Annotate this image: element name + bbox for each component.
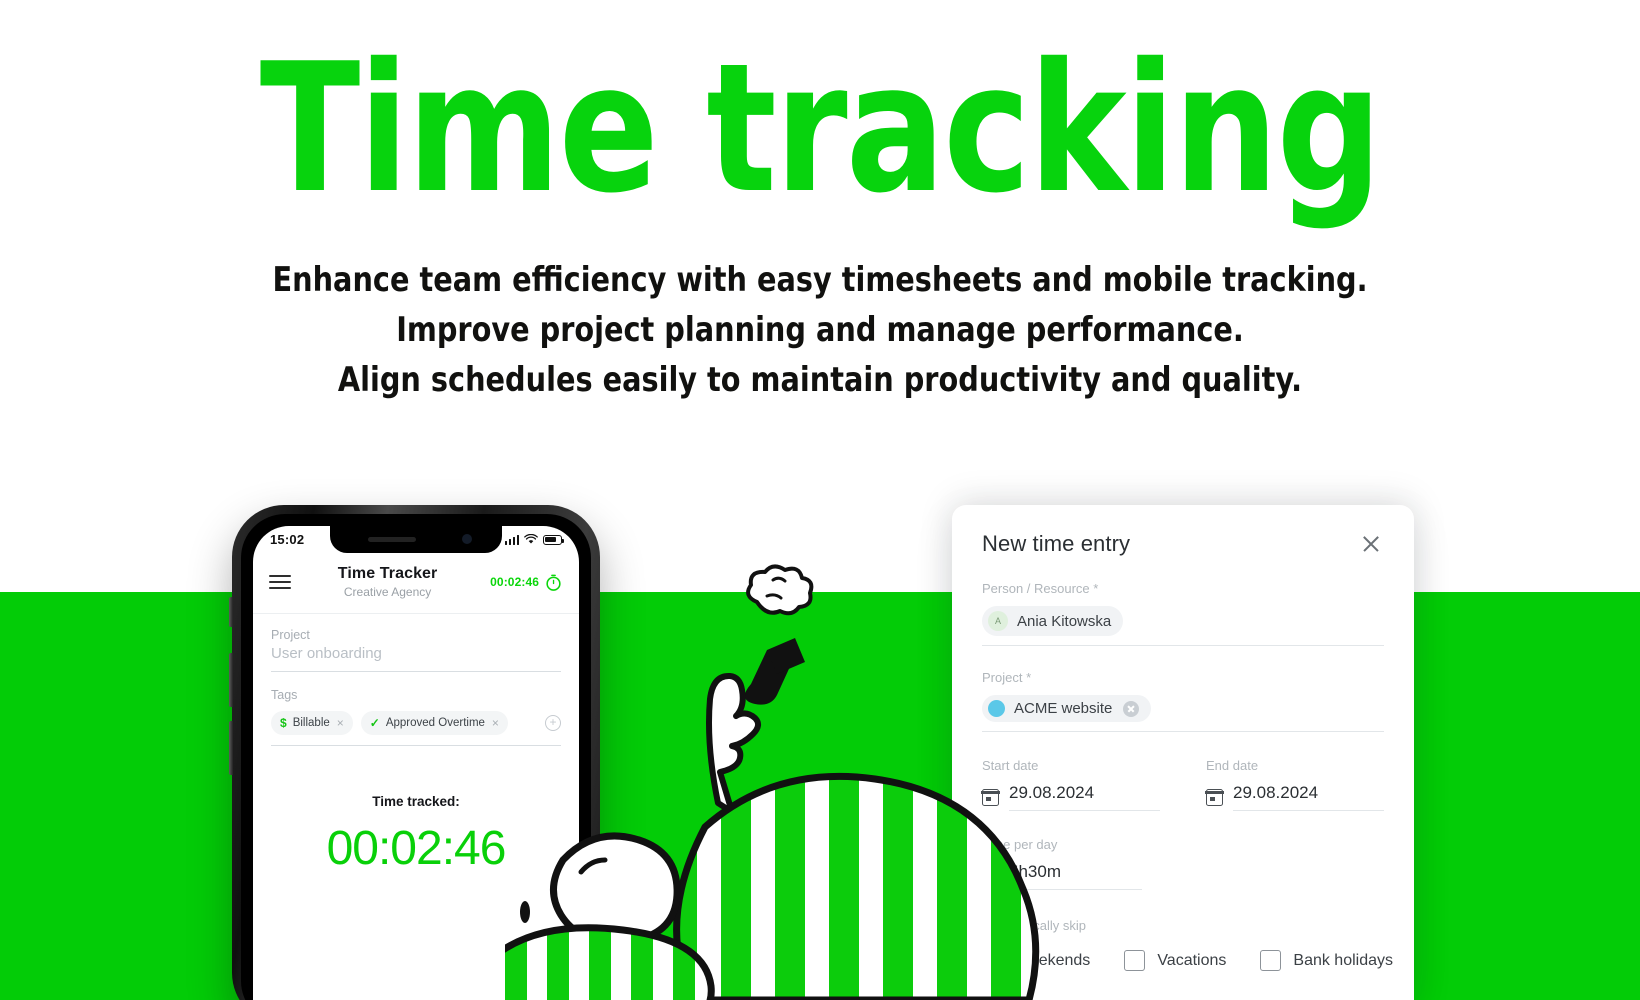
subtitle-line-1: Enhance team efficiency with easy timesh… xyxy=(272,260,1368,300)
tag-remove-icon[interactable]: × xyxy=(337,716,344,730)
check-icon: ✓ xyxy=(369,716,380,730)
close-icon[interactable] xyxy=(1358,531,1384,557)
eye xyxy=(520,901,530,923)
calendar-icon[interactable] xyxy=(1205,788,1224,806)
tag-chip-approved-overtime[interactable]: ✓ Approved Overtime × xyxy=(360,711,508,735)
dialog-title: New time entry xyxy=(982,531,1131,556)
status-time: 15:02 xyxy=(270,532,305,547)
pipe-icon xyxy=(744,638,805,705)
dollar-icon: $ xyxy=(280,716,287,730)
checkbox-vacations[interactable]: Vacations xyxy=(1124,950,1226,971)
checkbox-label: Bank holidays xyxy=(1293,951,1394,969)
checkbox-box[interactable] xyxy=(1124,950,1146,971)
end-date-value[interactable]: 29.08.2024 xyxy=(1233,783,1384,811)
smoke-puff-icon xyxy=(746,564,814,616)
subtitle-line-3: Align schedules easily to maintain produ… xyxy=(337,360,1303,400)
app-title-group: Time Tracker Creative Agency xyxy=(285,565,490,599)
end-date-field[interactable]: End date 29.08.2024 xyxy=(1205,758,1384,811)
checkbox-box[interactable] xyxy=(1260,950,1282,971)
battery-icon xyxy=(543,534,565,545)
app-subtitle: Creative Agency xyxy=(343,585,432,599)
checkbox-label: Vacations xyxy=(1157,951,1227,969)
page-root: Time tracking Enhance team efficiency wi… xyxy=(0,0,1640,1000)
end-date-label: End date xyxy=(1206,758,1259,773)
status-bar: 15:02 xyxy=(253,526,579,553)
tag-remove-icon[interactable]: × xyxy=(492,716,499,730)
phone-volume-down-button[interactable] xyxy=(229,721,233,775)
wifi-icon xyxy=(524,534,538,544)
page-subtitle: Enhance team efficiency with easy timesh… xyxy=(49,255,1591,405)
tag-label: Billable xyxy=(292,717,330,729)
illustration-reclining-person xyxy=(505,564,1040,1000)
status-icons xyxy=(504,534,565,545)
clear-chip-icon[interactable] xyxy=(1123,700,1140,717)
phone-mute-button[interactable] xyxy=(229,597,233,627)
app-title: Time Tracker xyxy=(337,565,438,582)
subtitle-line-2: Improve project planning and manage perf… xyxy=(396,310,1244,350)
dialog-header: New time entry xyxy=(982,531,1384,557)
tag-chip-billable[interactable]: $ Billable × xyxy=(271,711,353,735)
signal-bars-icon xyxy=(504,535,519,545)
checkbox-bank-holidays[interactable]: Bank holidays xyxy=(1260,950,1393,971)
end-date-input[interactable]: 29.08.2024 xyxy=(1205,783,1384,811)
body-striped xyxy=(673,772,1040,1000)
page-title: Time tracking xyxy=(259,25,1382,232)
tag-label: Approved Overtime xyxy=(385,717,485,729)
phone-volume-up-button[interactable] xyxy=(229,653,233,707)
